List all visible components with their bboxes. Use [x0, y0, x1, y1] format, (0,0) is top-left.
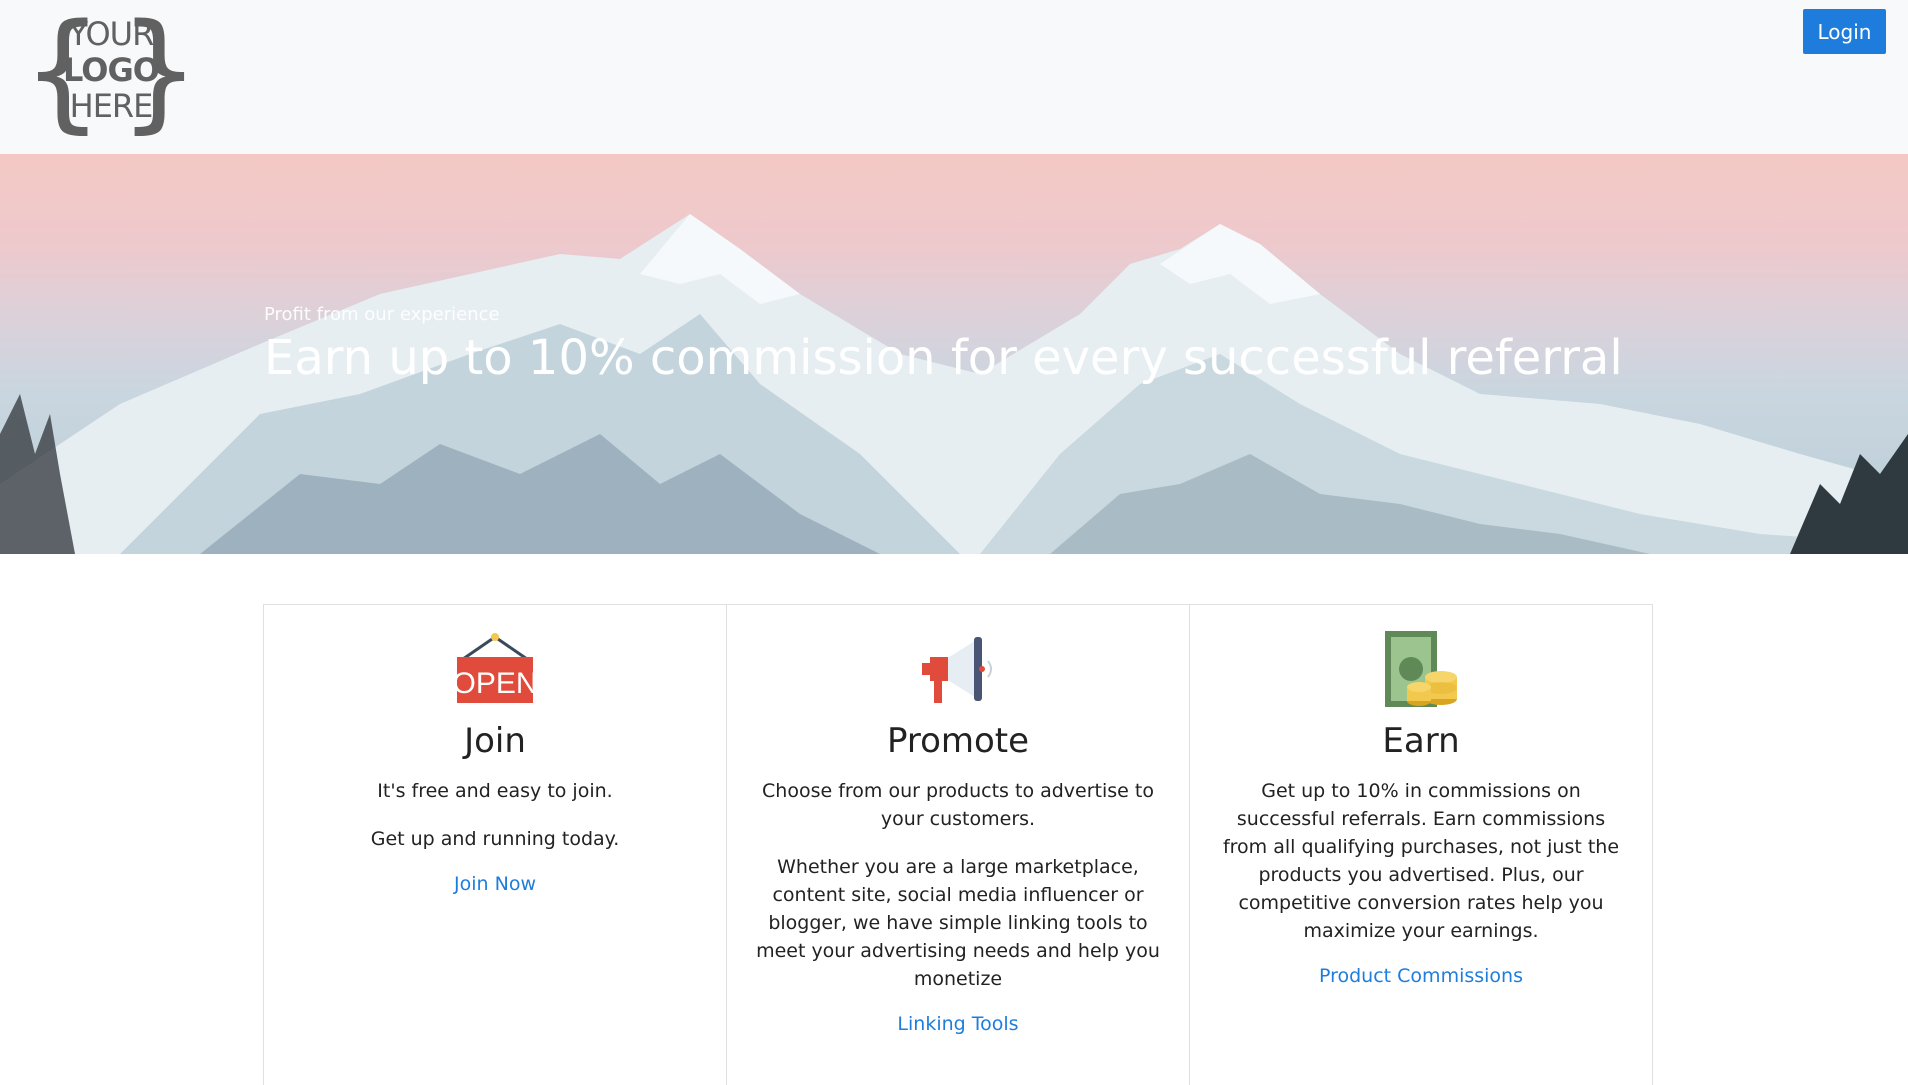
card-join: OPEN Join It's free and easy to join. Ge…	[264, 605, 727, 1085]
site-logo[interactable]: { YOUR LOGO HERE }	[22, 8, 200, 136]
card-join-text-1: It's free and easy to join.	[377, 780, 613, 802]
svg-text:OPEN: OPEN	[453, 667, 537, 700]
logo-right-brace: }	[118, 0, 200, 146]
card-promote-title: Promote	[886, 721, 1030, 761]
card-promote: Promote Choose from our products to adve…	[727, 605, 1190, 1085]
feature-cards: OPEN Join It's free and easy to join. Ge…	[263, 604, 1653, 1085]
open-sign-icon: OPEN	[453, 633, 537, 703]
linking-tools-link[interactable]: Linking Tools	[897, 1013, 1018, 1035]
product-commissions-link[interactable]: Product Commissions	[1319, 965, 1523, 987]
card-promote-text-2: Whether you are a large marketplace, con…	[756, 856, 1160, 990]
card-earn-title: Earn	[1382, 721, 1460, 761]
megaphone-icon	[922, 637, 992, 703]
hero-headline: Earn up to 10% commission for every succ…	[264, 330, 1623, 386]
card-join-text-2: Get up and running today.	[370, 828, 620, 850]
card-promote-text-1: Choose from our products to advertise to…	[762, 780, 1154, 830]
money-coins-icon	[1385, 631, 1457, 707]
hero-banner: Profit from our experience Earn up to 10…	[0, 154, 1908, 554]
login-button[interactable]: Login	[1803, 9, 1886, 54]
hero-kicker: Profit from our experience	[264, 304, 500, 325]
site-header: { YOUR LOGO HERE } Login	[0, 0, 1908, 154]
card-earn: Earn Get up to 10% in commissions on suc…	[1190, 605, 1652, 1085]
card-join-title: Join	[464, 721, 526, 761]
card-earn-text-1: Get up to 10% in commissions on successf…	[1222, 780, 1620, 942]
join-now-link[interactable]: Join Now	[454, 873, 536, 895]
